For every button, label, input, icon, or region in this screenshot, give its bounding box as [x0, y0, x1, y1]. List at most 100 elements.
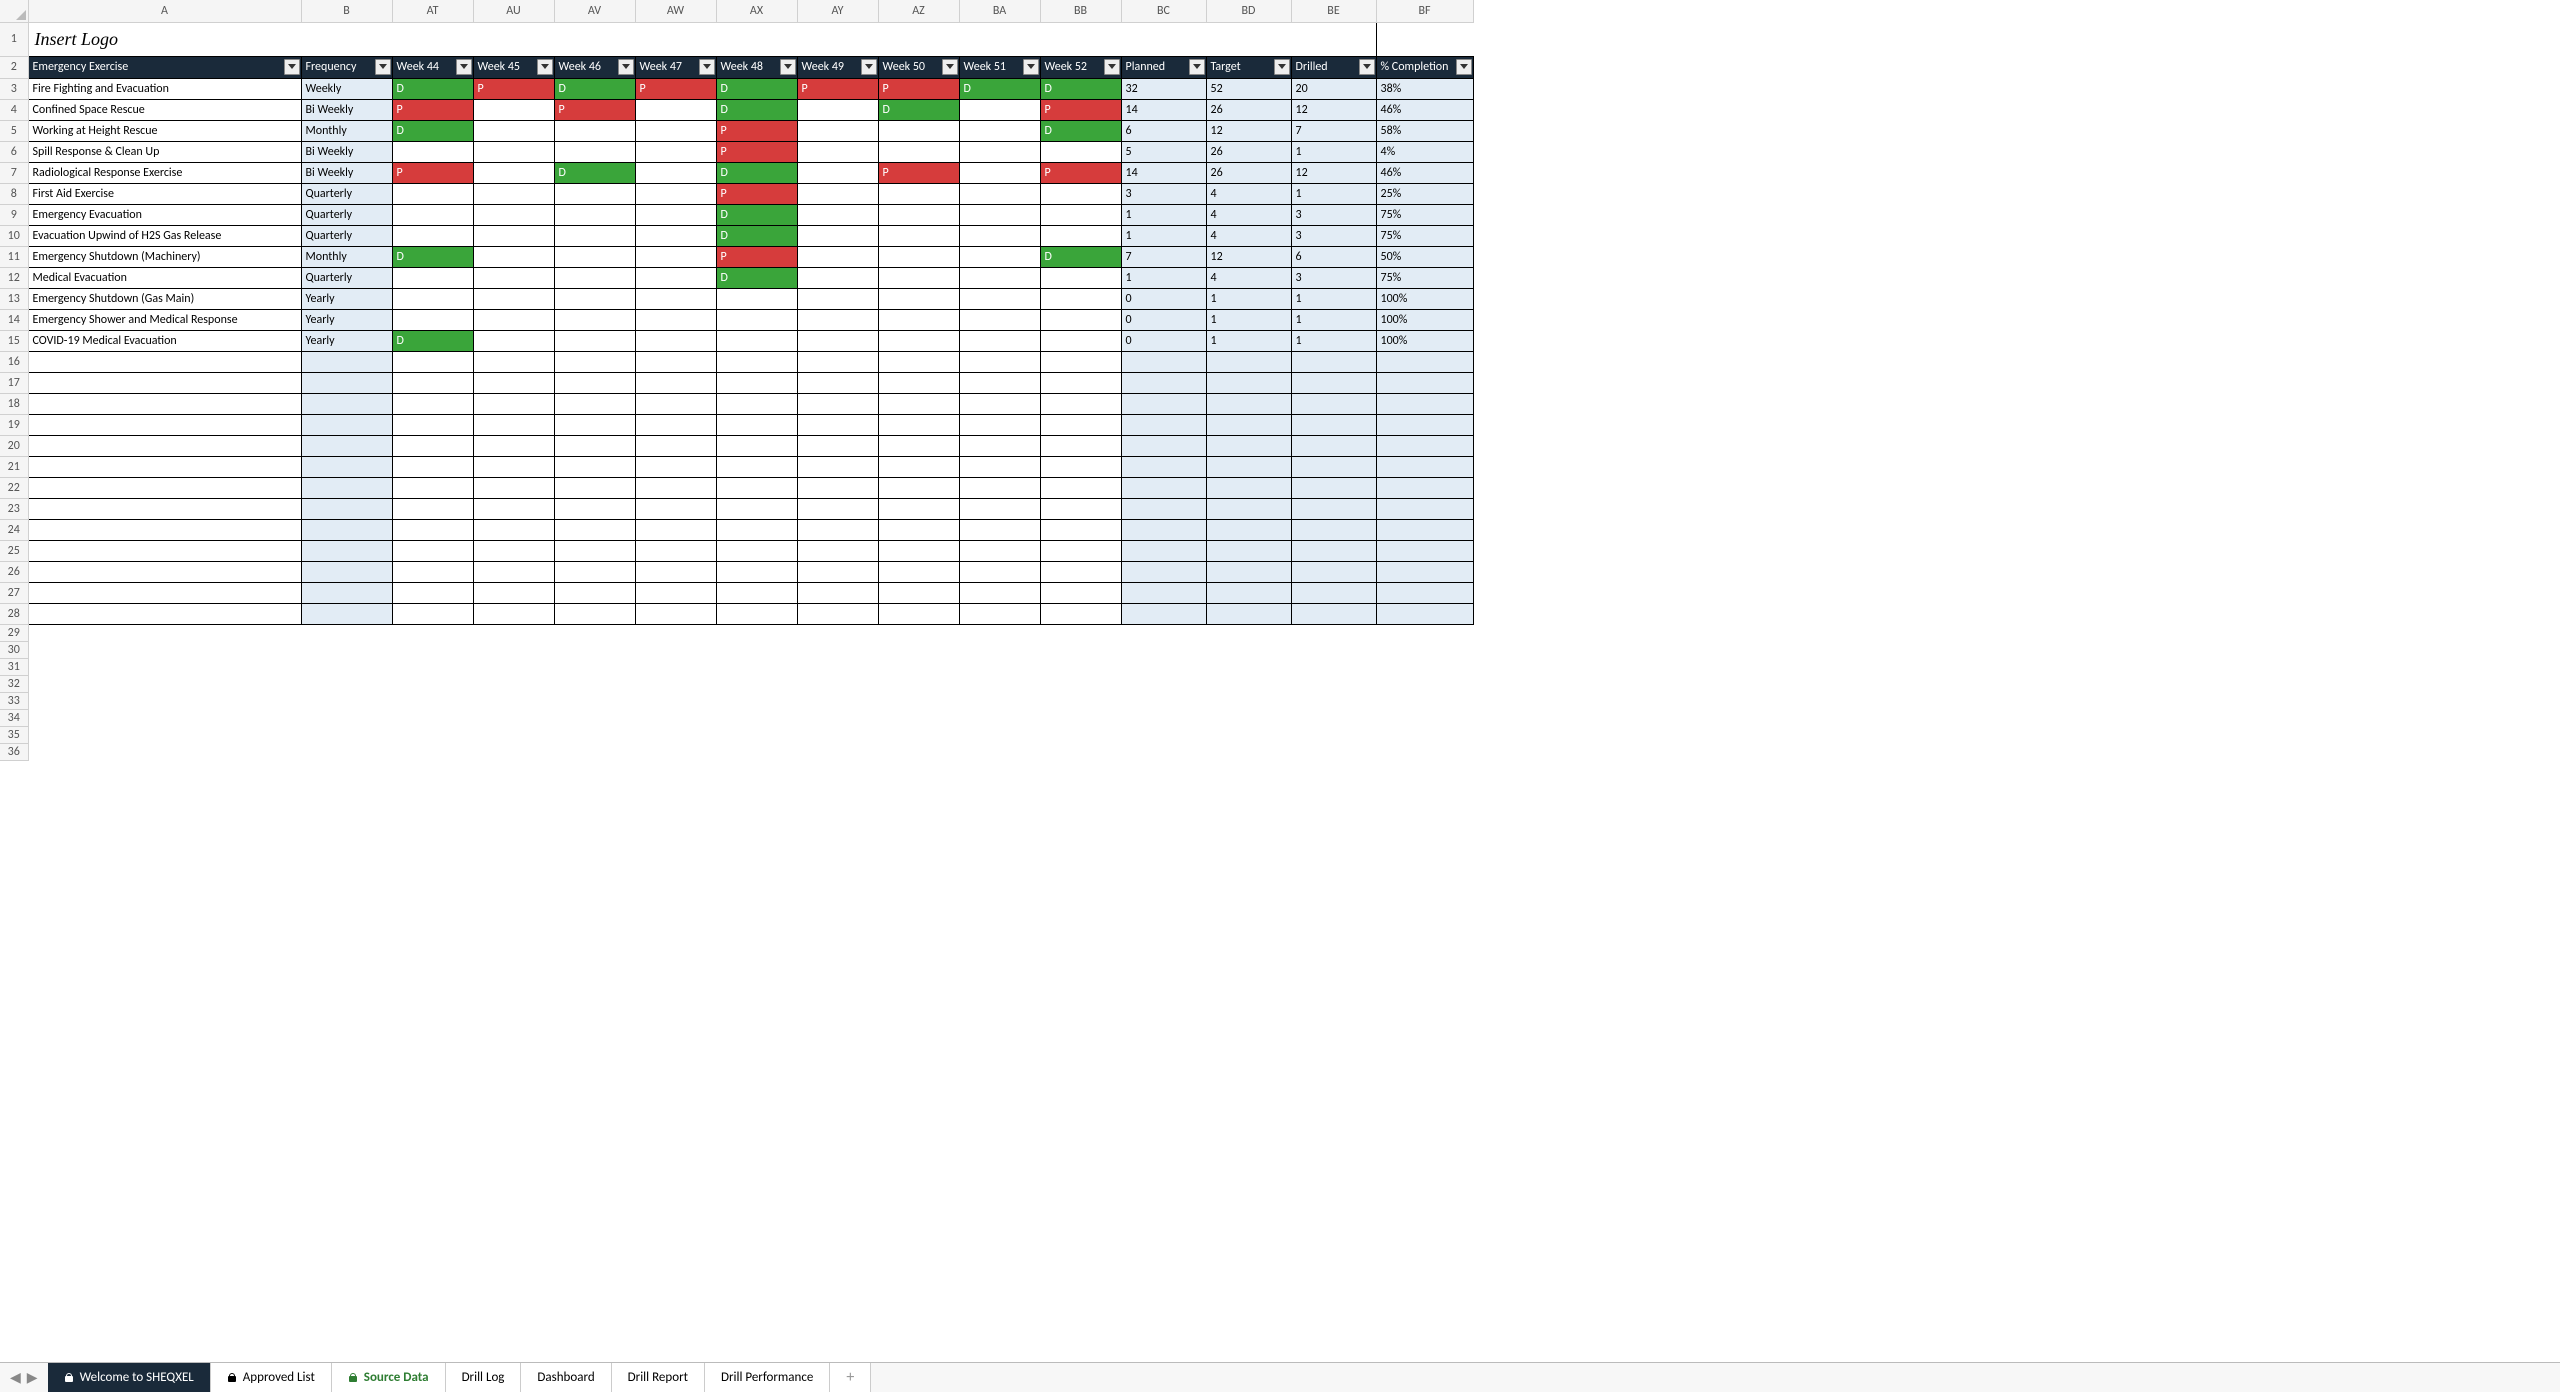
- cell[interactable]: [797, 709, 878, 726]
- target-cell[interactable]: 26: [1206, 99, 1291, 120]
- table-header-cell[interactable]: Week 51: [959, 56, 1040, 78]
- column-header[interactable]: AT: [392, 0, 473, 22]
- cell[interactable]: [28, 658, 301, 675]
- target-cell[interactable]: 12: [1206, 120, 1291, 141]
- week-status-cell[interactable]: [473, 288, 554, 309]
- cell[interactable]: [716, 582, 797, 603]
- cell[interactable]: [554, 692, 635, 709]
- exercise-cell[interactable]: Emergency Shutdown (Machinery): [28, 246, 301, 267]
- week-status-cell[interactable]: [1040, 183, 1121, 204]
- cell[interactable]: [1376, 675, 1473, 692]
- week-status-cell[interactable]: [392, 204, 473, 225]
- cell[interactable]: [635, 624, 716, 641]
- cell[interactable]: [473, 351, 554, 372]
- week-status-cell[interactable]: [959, 141, 1040, 162]
- cell[interactable]: [1291, 498, 1376, 519]
- cell[interactable]: [1291, 743, 1376, 760]
- sheet-tab[interactable]: Dashboard: [521, 1363, 611, 1392]
- column-header[interactable]: BD: [1206, 0, 1291, 22]
- cell[interactable]: [878, 692, 959, 709]
- pct-cell[interactable]: 4%: [1376, 141, 1473, 162]
- cell[interactable]: [1376, 561, 1473, 582]
- row-header[interactable]: 20: [0, 435, 28, 456]
- cell[interactable]: [301, 641, 392, 658]
- filter-dropdown-icon[interactable]: [284, 59, 300, 75]
- cell[interactable]: [301, 540, 392, 561]
- cell[interactable]: [635, 372, 716, 393]
- cell[interactable]: [301, 709, 392, 726]
- add-sheet-button[interactable]: +: [830, 1363, 871, 1392]
- planned-cell[interactable]: 6: [1121, 120, 1206, 141]
- week-status-cell[interactable]: P: [473, 78, 554, 99]
- week-status-cell[interactable]: [959, 99, 1040, 120]
- cell[interactable]: [473, 22, 554, 56]
- sheet-tab[interactable]: Source Data: [332, 1363, 446, 1392]
- cell[interactable]: [473, 519, 554, 540]
- row-header[interactable]: 9: [0, 204, 28, 225]
- exercise-cell[interactable]: Confined Space Rescue: [28, 99, 301, 120]
- cell[interactable]: [301, 561, 392, 582]
- cell[interactable]: [1376, 624, 1473, 641]
- cell[interactable]: [1291, 414, 1376, 435]
- filter-dropdown-icon[interactable]: [375, 59, 391, 75]
- row-header[interactable]: 16: [0, 351, 28, 372]
- cell[interactable]: [1121, 624, 1206, 641]
- cell[interactable]: [878, 498, 959, 519]
- cell[interactable]: [1206, 372, 1291, 393]
- cell[interactable]: [301, 435, 392, 456]
- cell[interactable]: [797, 519, 878, 540]
- cell[interactable]: [392, 498, 473, 519]
- frequency-cell[interactable]: Yearly: [301, 288, 392, 309]
- cell[interactable]: [1376, 414, 1473, 435]
- week-status-cell[interactable]: [473, 225, 554, 246]
- cell[interactable]: [554, 709, 635, 726]
- cell[interactable]: [797, 624, 878, 641]
- cell[interactable]: [716, 709, 797, 726]
- drilled-cell[interactable]: 3: [1291, 204, 1376, 225]
- week-status-cell[interactable]: [635, 309, 716, 330]
- row-header[interactable]: 3: [0, 78, 28, 99]
- row-header[interactable]: 35: [0, 726, 28, 743]
- cell[interactable]: [1121, 435, 1206, 456]
- cell[interactable]: [28, 726, 301, 743]
- cell[interactable]: [392, 603, 473, 624]
- table-header-cell[interactable]: Target: [1206, 56, 1291, 78]
- cell[interactable]: [28, 624, 301, 641]
- cell[interactable]: [1121, 372, 1206, 393]
- cell[interactable]: [1376, 726, 1473, 743]
- sheet-tab[interactable]: Welcome to SHEQXEL: [48, 1363, 211, 1392]
- cell[interactable]: [797, 675, 878, 692]
- exercise-cell[interactable]: Emergency Shower and Medical Response: [28, 309, 301, 330]
- pct-cell[interactable]: 50%: [1376, 246, 1473, 267]
- week-status-cell[interactable]: [797, 288, 878, 309]
- cell[interactable]: [28, 414, 301, 435]
- column-header[interactable]: AW: [635, 0, 716, 22]
- cell[interactable]: [716, 658, 797, 675]
- target-cell[interactable]: 12: [1206, 246, 1291, 267]
- cell[interactable]: [1376, 603, 1473, 624]
- cell[interactable]: [28, 582, 301, 603]
- cell[interactable]: [878, 414, 959, 435]
- sheet-tab[interactable]: Drill Report: [612, 1363, 705, 1392]
- column-header[interactable]: AZ: [878, 0, 959, 22]
- week-status-cell[interactable]: [797, 267, 878, 288]
- cell[interactable]: [1121, 351, 1206, 372]
- row-header[interactable]: 27: [0, 582, 28, 603]
- cell[interactable]: [1291, 456, 1376, 477]
- cell[interactable]: [28, 540, 301, 561]
- week-status-cell[interactable]: [797, 162, 878, 183]
- cell[interactable]: [392, 456, 473, 477]
- cell[interactable]: [1291, 709, 1376, 726]
- week-status-cell[interactable]: [1040, 141, 1121, 162]
- cell[interactable]: [1291, 641, 1376, 658]
- cell[interactable]: [878, 624, 959, 641]
- cell[interactable]: [392, 726, 473, 743]
- week-status-cell[interactable]: P: [797, 78, 878, 99]
- pct-cell[interactable]: 38%: [1376, 78, 1473, 99]
- cell[interactable]: [1291, 477, 1376, 498]
- cell[interactable]: [959, 372, 1040, 393]
- cell[interactable]: [1291, 726, 1376, 743]
- cell[interactable]: [1206, 641, 1291, 658]
- week-status-cell[interactable]: [878, 204, 959, 225]
- column-header[interactable]: BF: [1376, 0, 1473, 22]
